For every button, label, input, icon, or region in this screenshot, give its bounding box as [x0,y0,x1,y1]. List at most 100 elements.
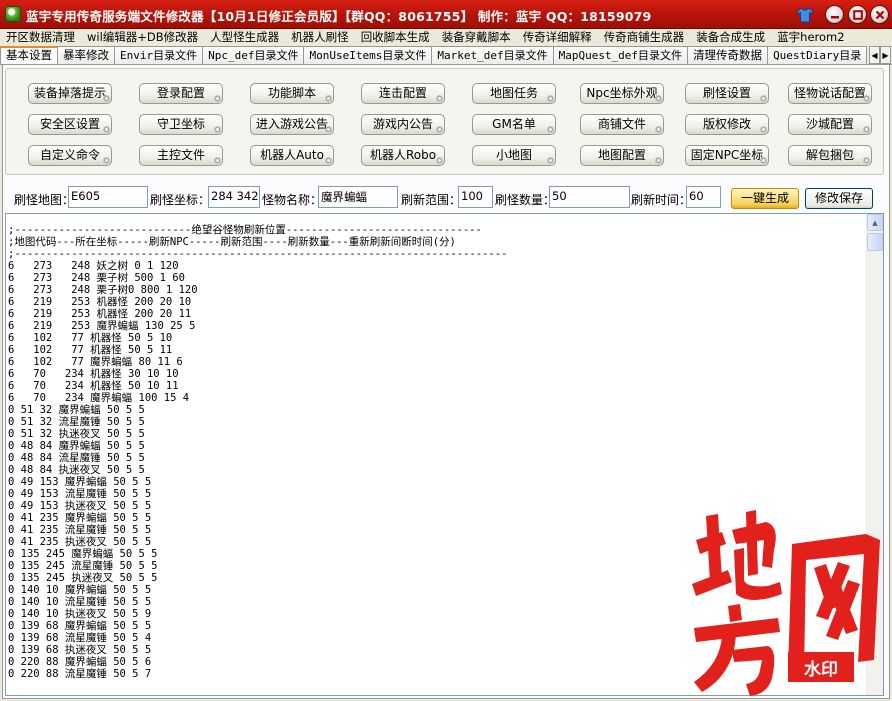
button-label: 主控文件 [156,148,205,162]
text-line: 0 220 88 魔界蝙蝠 50 5 6 [8,656,152,668]
menu-item-explanation[interactable]: 传奇详细解释 [517,29,598,46]
equip-drop-tip-button[interactable]: 装备掉落提示 [28,83,112,104]
text-line: 0 51 32 魔界蝙蝠 50 5 5 [8,404,145,416]
tab-scroll-left-icon[interactable]: ◀ [869,46,880,64]
function-button-panel: 装备掉落提示 登录配置 功能脚本 连击配置 地图任务 Npc坐标外观 刷怪设置 … [5,68,884,175]
tab-mapquest-def[interactable]: MapQuest_def目录文件 [552,46,689,64]
minimap-button[interactable]: 小地图 [472,145,556,166]
text-line: 0 140 10 流星魔锤 50 5 5 [8,596,152,608]
button-label: 刷怪设置 [702,86,751,100]
monster-name-input[interactable]: 魔界蝙蝠 [318,186,398,208]
guard-coord-button[interactable]: 守卫坐标 [139,114,223,135]
spawn-count-input[interactable]: 50 [549,186,630,208]
menu-item-herom2[interactable]: 蓝宇herom2 [771,29,850,46]
tab-market-def[interactable]: Market_def目录文件 [431,46,554,64]
text-line: 6 102 77 机器怪 50 5 11 [8,344,173,356]
menu-item-data-cleanup[interactable]: 开区数据清理 [0,29,81,46]
title-bar[interactable]: 蓝宇专用传奇服务端文件修改器【10月1日修正会员版】【群QQ：8061755】 … [0,0,892,29]
button-label: 地图配置 [597,148,646,162]
text-line: 6 273 248 栗子树0 800 1 120 [8,284,198,296]
robot-auto-button[interactable]: 机器人Auto [250,145,334,166]
text-line: 0 139 68 魔界蝙蝠 50 5 5 [8,620,152,632]
text-line: 0 49 153 魔界蝙蝠 50 5 5 [8,476,152,488]
tab-npc-def[interactable]: Npc_def目录文件 [202,46,305,64]
watermark-logo: 水印 [688,510,892,701]
refresh-range-label: 刷新范围： [401,193,462,207]
generate-button[interactable]: 一键生成 [731,188,799,209]
maximize-button[interactable] [848,5,867,24]
enter-notice-button[interactable]: 进入游戏公告 [250,114,334,135]
text-line: 6 219 253 机器怪 200 20 11 [8,308,192,320]
fixed-npc-coord-button[interactable]: 固定NPC坐标 [685,145,769,166]
safe-zone-button[interactable]: 安全区设置 [28,114,112,135]
custom-command-button[interactable]: 自定义命令 [28,145,112,166]
text-line: 6 273 248 栗子树 500 1 60 [8,272,185,284]
text-line: 0 140 10 执迷夜叉 50 5 9 [8,608,152,620]
function-script-button[interactable]: 功能脚本 [250,83,334,104]
main-control-button[interactable]: 主控文件 [139,145,223,166]
text-line: 0 220 88 流星魔锤 50 5 7 [8,668,152,680]
menu-item-shop-generator[interactable]: 传奇商铺生成器 [598,29,691,46]
monster-name-label: 怪物名称： [262,193,323,207]
refresh-time-label: 刷新时间： [631,193,692,207]
text-line: 0 139 68 流星魔锤 50 5 4 [8,632,152,644]
spawn-coord-input[interactable]: 284 342 [208,186,260,208]
menu-item-humanoid-monster[interactable]: 人型怪生成器 [204,29,285,46]
text-line: 0 41 235 流星魔锤 50 5 5 [8,524,152,536]
scroll-up-icon[interactable]: ▲ [867,214,883,231]
tab-drop-rate[interactable]: 暴率修改 [57,46,115,64]
shop-file-button[interactable]: 商铺文件 [580,114,664,135]
map-config-button[interactable]: 地图配置 [580,145,664,166]
map-task-button[interactable]: 地图任务 [472,83,556,104]
text-line: 6 273 248 妖之树 0 1 120 [8,260,179,272]
button-label: 沙城配置 [805,117,854,131]
button-label: 商铺文件 [597,117,646,131]
menu-item-recycle-script[interactable]: 回收脚本生成 [355,29,436,46]
spawn-settings-button[interactable]: 刷怪设置 [685,83,769,104]
menu-bar: 开区数据清理 wil编辑器+DB修改器 人型怪生成器 机器人刷怪 回收脚本生成 … [0,29,892,46]
skin-icon[interactable] [795,5,814,24]
spawn-param-row: 刷怪地图： E605 刷怪坐标： 284 342 怪物名称： 魔界蝙蝠 刷新范围… [5,181,884,211]
spawn-map-input[interactable]: E605 [68,186,148,208]
text-line: 0 51 32 执迷夜叉 50 5 5 [8,428,145,440]
menu-item-wil-editor[interactable]: wil编辑器+DB修改器 [81,29,204,46]
refresh-time-input[interactable]: 60 [686,186,721,208]
tab-basic-settings[interactable]: 基本设置 [0,46,58,64]
button-label: 机器人Auto [260,148,324,162]
save-button[interactable]: 修改保存 [805,188,873,209]
text-line: 0 41 235 魔界蝙蝠 50 5 5 [8,512,152,524]
button-label: 解包捆包 [805,148,854,162]
tab-envir[interactable]: Envir目录文件 [114,46,204,64]
gm-list-button[interactable]: GM名单 [472,114,556,135]
tab-scroll-right-icon[interactable]: ▶ [880,46,891,64]
watermark-badge: 水印 [804,659,838,680]
spawn-map-label: 刷怪地图： [14,193,75,207]
robot-robo-button[interactable]: 机器人Robo [361,145,445,166]
text-line: 0 135 245 执迷夜叉 50 5 5 [8,572,158,584]
monster-speech-button[interactable]: 怪物说话配置 [788,83,872,104]
menu-item-equip-script[interactable]: 装备穿戴脚本 [436,29,517,46]
scroll-thumb[interactable] [867,233,883,251]
tab-questdiary[interactable]: QuestDiary目录 [767,46,868,64]
text-line: 0 49 153 流星魔锤 50 5 5 [8,488,152,500]
close-button[interactable] [870,5,889,24]
npc-appearance-button[interactable]: Npc坐标外观 [580,83,664,104]
tab-monuseitems[interactable]: MonUseItems目录文件 [303,46,433,64]
text-line: 0 48 84 执迷夜叉 50 5 5 [8,464,145,476]
text-line: 0 140 10 魔界蝙蝠 50 5 5 [8,584,152,596]
ingame-notice-button[interactable]: 游戏内公告 [361,114,445,135]
combo-config-button[interactable]: 连击配置 [361,83,445,104]
copyright-button[interactable]: 版权修改 [685,114,769,135]
minimize-button[interactable] [825,5,844,24]
button-label: 机器人Robo [369,148,437,162]
menu-item-robot-spawn[interactable]: 机器人刷怪 [285,29,355,46]
text-line: 6 102 77 机器怪 50 5 10 [8,332,173,344]
pack-unpack-button[interactable]: 解包捆包 [788,145,872,166]
text-line: 0 48 84 流星魔锤 50 5 5 [8,452,145,464]
menu-item-synthesis-generator[interactable]: 装备合成生成 [690,29,771,46]
refresh-range-input[interactable]: 100 [458,186,493,208]
castle-config-button[interactable]: 沙城配置 [788,114,872,135]
tab-clean-data[interactable]: 清理传奇数据 [687,46,769,64]
login-config-button[interactable]: 登录配置 [139,83,223,104]
button-label: 自定义命令 [39,148,100,162]
